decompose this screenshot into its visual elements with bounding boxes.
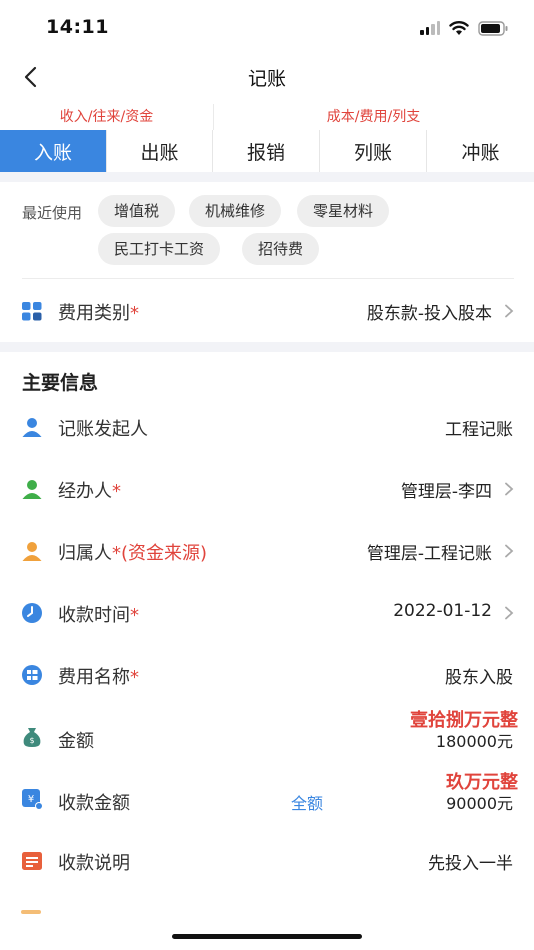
recent-chip[interactable]: 招待费	[242, 233, 320, 265]
category-row[interactable]: 费用类别* 股东款-投入股本	[0, 280, 534, 342]
fee-name-label: 费用名称*	[58, 667, 139, 688]
status-time: 14:11	[46, 16, 109, 38]
recent-chip[interactable]: 零星材料	[297, 195, 390, 227]
note-icon	[22, 852, 42, 870]
tab-bar: 入账 出账 报销 列账 冲账	[0, 130, 534, 172]
tab-reimburse[interactable]: 报销	[213, 130, 320, 172]
clock-icon	[22, 603, 42, 623]
owner-label: 归属人*(资金来源)	[58, 543, 208, 564]
status-icons	[420, 18, 508, 38]
received-amount-value[interactable]: 90000元	[446, 790, 513, 814]
receive-note-row[interactable]: 收款说明 先投入一半	[0, 830, 534, 892]
person-icon	[22, 480, 42, 499]
status-bar: 14:11	[0, 0, 534, 52]
fee-name-value[interactable]: 股东入股	[445, 663, 513, 688]
received-amount-label: 收款金额	[58, 793, 130, 814]
receive-time-label: 收款时间*	[58, 605, 139, 626]
tab-income[interactable]: 入账	[0, 130, 107, 172]
next-row-icon	[21, 910, 41, 914]
page-title: 记账	[247, 68, 286, 90]
amount-label: 金额	[58, 731, 94, 752]
owner-row[interactable]: 归属人*(资金来源) 管理层-工程记账	[0, 520, 534, 582]
nav-bar: 记账	[0, 52, 534, 102]
section-gap	[0, 342, 534, 352]
divider	[22, 278, 514, 279]
list-icon	[22, 665, 42, 685]
recent-label: 最近使用	[22, 204, 83, 222]
amount-value[interactable]: 180000元	[436, 728, 513, 752]
receive-time-value: 2022-01-12	[393, 601, 492, 621]
receive-time-row[interactable]: 收款时间* 2022-01-12	[0, 582, 534, 644]
chevron-right-icon	[505, 304, 514, 318]
amount-row[interactable]: $ 金额 壹拾捌万元整 180000元	[0, 706, 534, 768]
person-icon	[22, 542, 42, 561]
money-bag-icon: $	[23, 728, 41, 747]
receive-note-label: 收款说明	[58, 853, 130, 874]
tab-group-cost-label: 成本/费用/列支	[326, 109, 421, 125]
wifi-icon	[449, 21, 469, 35]
tab-list-account[interactable]: 列账	[320, 130, 427, 172]
category-label: 费用类别*	[58, 303, 139, 324]
yen-card-icon: ¥	[22, 789, 43, 810]
category-value: 股东款-投入股本	[366, 304, 492, 324]
tab-groups: 收入/往来/资金 成本/费用/列支	[0, 104, 534, 130]
tab-group-divider	[213, 104, 214, 130]
initiator-row: 记账发起人 工程记账	[0, 396, 534, 458]
handler-label: 经办人*	[58, 481, 121, 502]
signal-icon	[420, 21, 440, 35]
chevron-right-icon	[505, 482, 514, 496]
chevron-right-icon	[505, 544, 514, 558]
recent-used: 最近使用 增值税 机械维修 零星材料 民工打卡工资 招待费	[0, 184, 534, 278]
person-icon	[22, 418, 42, 437]
svg-text:¥: ¥	[28, 794, 34, 805]
recent-chip[interactable]: 机械维修	[189, 195, 282, 227]
fee-name-row[interactable]: 费用名称* 股东入股	[0, 644, 534, 706]
section-gap	[0, 172, 534, 182]
main-section-title: 主要信息	[22, 372, 99, 394]
battery-icon	[478, 20, 508, 36]
tab-group-income-label: 收入/往来/资金	[59, 109, 154, 125]
full-amount-button[interactable]: 全额	[291, 790, 323, 814]
handler-value: 管理层-李四	[400, 482, 492, 502]
tab-offset[interactable]: 冲账	[427, 130, 534, 172]
recent-chip[interactable]: 民工打卡工资	[98, 233, 221, 265]
tab-expense[interactable]: 出账	[107, 130, 213, 172]
grid-icon	[22, 302, 42, 321]
receive-note-value[interactable]: 先投入一半	[428, 849, 513, 874]
chevron-right-icon	[505, 606, 514, 620]
recent-chip[interactable]: 增值税	[98, 195, 176, 227]
received-amount-row[interactable]: ¥ 收款金额 全额 玖万元整 90000元	[0, 768, 534, 830]
svg-text:$: $	[29, 736, 34, 745]
home-indicator	[172, 934, 362, 939]
handler-row[interactable]: 经办人* 管理层-李四	[0, 458, 534, 520]
initiator-value: 工程记账	[445, 420, 513, 440]
owner-value: 管理层-工程记账	[366, 544, 492, 564]
initiator-label: 记账发起人	[58, 419, 148, 440]
